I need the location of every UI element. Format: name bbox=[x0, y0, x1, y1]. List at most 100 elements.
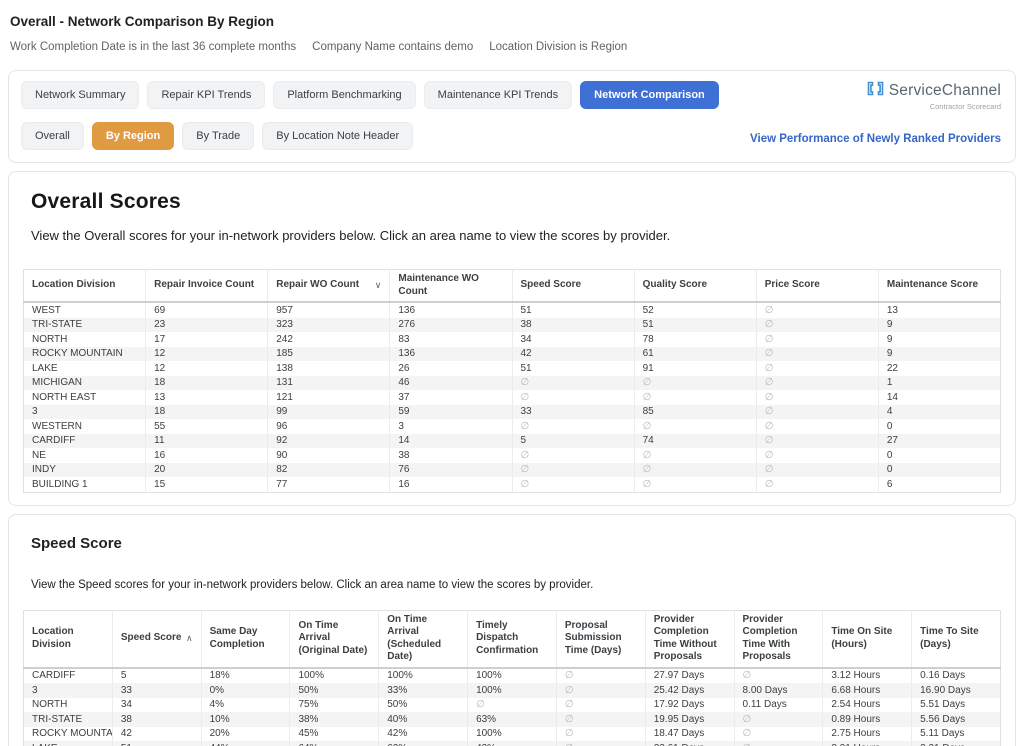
area-name-cell[interactable]: NORTH bbox=[24, 332, 146, 347]
value-cell: 51 bbox=[634, 318, 756, 333]
value-cell: 4 bbox=[878, 405, 1000, 420]
value-cell: 33 bbox=[512, 405, 634, 420]
value-cell: 22.61 Days bbox=[645, 741, 734, 746]
area-name-cell[interactable]: ROCKY MOUNTAIN bbox=[24, 347, 146, 362]
table-row: LAKE5144%64%62%43%∅22.61 Days∅3.21 Hours… bbox=[24, 741, 1001, 746]
value-cell: 33 bbox=[112, 683, 201, 698]
speed-score-card: Speed Score View the Speed scores for yo… bbox=[8, 514, 1016, 746]
area-name-cell[interactable]: NE bbox=[24, 448, 146, 463]
value-cell: 83 bbox=[390, 332, 512, 347]
column-header[interactable]: On Time Arrival (Original Date) bbox=[290, 610, 379, 668]
area-name-cell[interactable]: TRI-STATE bbox=[24, 318, 146, 333]
tab-repair-kpi-trends[interactable]: Repair KPI Trends bbox=[147, 81, 265, 109]
area-name-cell[interactable]: ROCKY MOUNTAIN bbox=[24, 727, 113, 742]
value-cell: 75% bbox=[290, 698, 379, 713]
area-name-cell[interactable]: NORTH bbox=[24, 698, 113, 713]
column-header[interactable]: Provider Completion Time With Proposals bbox=[734, 610, 823, 668]
column-header[interactable]: Time On Site (Hours) bbox=[823, 610, 912, 668]
value-cell: 14 bbox=[390, 434, 512, 449]
value-cell: 100% bbox=[468, 668, 557, 684]
tab-network-comparison[interactable]: Network Comparison bbox=[580, 81, 719, 109]
value-cell: 5.11 Days bbox=[912, 727, 1001, 742]
column-header[interactable]: Maintenance Score bbox=[878, 270, 1000, 303]
column-header[interactable]: Speed Score∧ bbox=[112, 610, 201, 668]
column-header[interactable]: Repair Invoice Count bbox=[146, 270, 268, 303]
value-cell: ∅ bbox=[756, 448, 878, 463]
column-header[interactable]: Location Division bbox=[24, 610, 113, 668]
value-cell: 0 bbox=[878, 419, 1000, 434]
value-cell: ∅ bbox=[756, 347, 878, 362]
area-name-cell[interactable]: INDY bbox=[24, 463, 146, 478]
column-header[interactable]: Same Day Completion bbox=[201, 610, 290, 668]
value-cell: 20 bbox=[146, 463, 268, 478]
tab-overall[interactable]: Overall bbox=[21, 122, 84, 150]
area-name-cell[interactable]: TRI-STATE bbox=[24, 712, 113, 727]
table-row: WESTERN55963∅∅∅0 bbox=[24, 419, 1001, 434]
area-name-cell[interactable]: CARDIFF bbox=[24, 668, 113, 684]
value-cell: ∅ bbox=[512, 477, 634, 492]
column-header[interactable]: Location Division bbox=[24, 270, 146, 303]
value-cell: ∅ bbox=[556, 741, 645, 746]
area-name-cell[interactable]: CARDIFF bbox=[24, 434, 146, 449]
tab-platform-benchmarking[interactable]: Platform Benchmarking bbox=[273, 81, 415, 109]
value-cell: 44% bbox=[201, 741, 290, 746]
value-cell: 1 bbox=[878, 376, 1000, 391]
area-name-cell[interactable]: WEST bbox=[24, 302, 146, 318]
column-header[interactable]: Proposal Submission Time (Days) bbox=[556, 610, 645, 668]
area-name-cell[interactable]: MICHIGAN bbox=[24, 376, 146, 391]
column-header[interactable]: Maintenance WO Count bbox=[390, 270, 512, 303]
column-header[interactable]: On Time Arrival (Scheduled Date) bbox=[379, 610, 468, 668]
tab-by-region[interactable]: By Region bbox=[92, 122, 174, 150]
area-name-cell[interactable]: WESTERN bbox=[24, 419, 146, 434]
value-cell: ∅ bbox=[756, 405, 878, 420]
table-row: 3330%50%33%100%∅25.42 Days8.00 Days6.68 … bbox=[24, 683, 1001, 698]
value-cell: 61 bbox=[634, 347, 756, 362]
overall-scores-heading: Overall Scores bbox=[31, 190, 1001, 214]
tab-maintenance-kpi-trends[interactable]: Maintenance KPI Trends bbox=[424, 81, 572, 109]
tab-by-trade[interactable]: By Trade bbox=[182, 122, 254, 150]
area-name-cell[interactable]: NORTH EAST bbox=[24, 390, 146, 405]
area-name-cell[interactable]: BUILDING 1 bbox=[24, 477, 146, 492]
value-cell: ∅ bbox=[756, 434, 878, 449]
column-header[interactable]: Price Score bbox=[756, 270, 878, 303]
column-header[interactable]: Provider Completion Time Without Proposa… bbox=[645, 610, 734, 668]
value-cell: 2.54 Hours bbox=[823, 698, 912, 713]
column-header[interactable]: Timely Dispatch Confirmation bbox=[468, 610, 557, 668]
tab-network-summary[interactable]: Network Summary bbox=[21, 81, 139, 109]
value-cell: 3 bbox=[390, 419, 512, 434]
overall-scores-card: Overall Scores View the Overall scores f… bbox=[8, 171, 1016, 506]
value-cell: ∅ bbox=[756, 477, 878, 492]
servicechannel-logo-icon bbox=[867, 81, 884, 101]
brand-subtitle: Contractor Scorecard bbox=[930, 102, 1001, 111]
column-header[interactable]: Repair WO Count∨ bbox=[268, 270, 390, 303]
value-cell: 91 bbox=[634, 361, 756, 376]
value-cell: 51 bbox=[512, 361, 634, 376]
value-cell: 51 bbox=[512, 302, 634, 318]
value-cell: 13 bbox=[878, 302, 1000, 318]
area-name-cell[interactable]: LAKE bbox=[24, 361, 146, 376]
filter-work-completion-date: Work Completion Date is in the last 36 c… bbox=[10, 41, 296, 53]
value-cell: 34 bbox=[112, 698, 201, 713]
table-row: NORTH344%75%50%∅∅17.92 Days0.11 Days2.54… bbox=[24, 698, 1001, 713]
value-cell: ∅ bbox=[512, 390, 634, 405]
value-cell: 18.47 Days bbox=[645, 727, 734, 742]
value-cell: 6 bbox=[878, 477, 1000, 492]
column-header[interactable]: Speed Score bbox=[512, 270, 634, 303]
table-row: ROCKY MOUNTAIN121851364261∅9 bbox=[24, 347, 1001, 362]
tab-by-location-note-header[interactable]: By Location Note Header bbox=[262, 122, 413, 150]
newly-ranked-providers-link[interactable]: View Performance of Newly Ranked Provide… bbox=[750, 133, 1001, 145]
column-header[interactable]: Quality Score bbox=[634, 270, 756, 303]
value-cell: 40% bbox=[379, 712, 468, 727]
value-cell: 74 bbox=[634, 434, 756, 449]
value-cell: 52 bbox=[634, 302, 756, 318]
area-name-cell[interactable]: 3 bbox=[24, 405, 146, 420]
area-name-cell[interactable]: 3 bbox=[24, 683, 113, 698]
value-cell: 100% bbox=[379, 668, 468, 684]
value-cell: 96 bbox=[268, 419, 390, 434]
value-cell: 16.90 Days bbox=[912, 683, 1001, 698]
area-name-cell[interactable]: LAKE bbox=[24, 741, 113, 746]
value-cell: 16 bbox=[390, 477, 512, 492]
value-cell: ∅ bbox=[468, 698, 557, 713]
value-cell: 323 bbox=[268, 318, 390, 333]
column-header[interactable]: Time To Site (Days) bbox=[912, 610, 1001, 668]
